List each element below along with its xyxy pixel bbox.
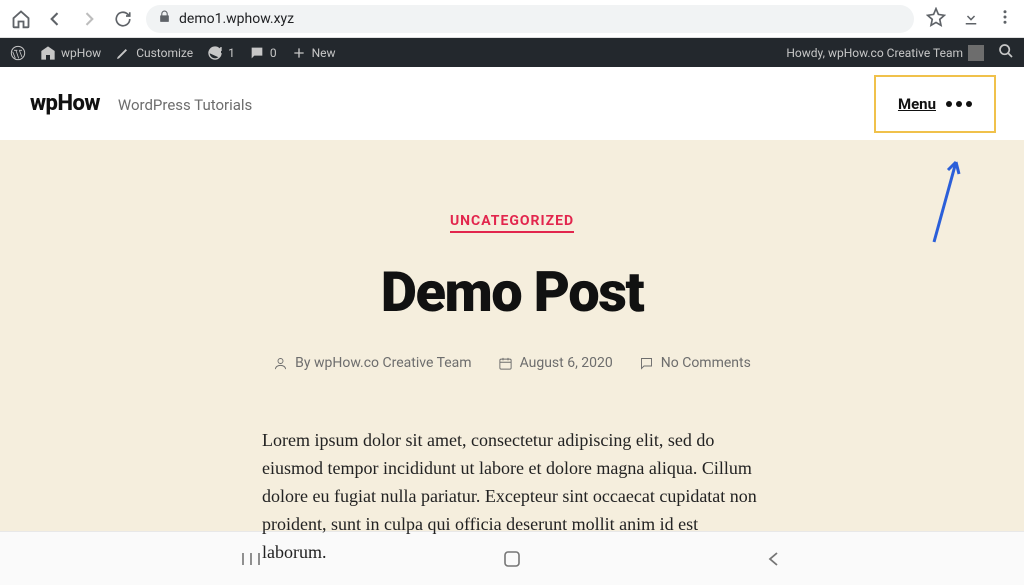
calendar-icon bbox=[498, 356, 513, 371]
url-text: demo1.wphow.xyz bbox=[179, 11, 294, 27]
browser-toolbar: demo1.wphow.xyz bbox=[0, 0, 1024, 38]
ellipsis-icon bbox=[946, 101, 972, 107]
wp-new-link[interactable]: New bbox=[291, 45, 336, 61]
address-bar[interactable]: demo1.wphow.xyz bbox=[146, 5, 914, 33]
comment-icon bbox=[639, 356, 654, 371]
arrow-annotation bbox=[924, 156, 964, 246]
reload-icon[interactable] bbox=[112, 8, 134, 30]
content-area: UNCATEGORIZED Demo Post By wpHow.co Crea… bbox=[0, 140, 1024, 531]
star-icon[interactable] bbox=[926, 7, 946, 31]
post-category-link[interactable]: UNCATEGORIZED bbox=[450, 213, 574, 233]
post-author[interactable]: By wpHow.co Creative Team bbox=[273, 355, 471, 371]
menu-label: Menu bbox=[898, 95, 936, 113]
home-icon[interactable] bbox=[10, 8, 32, 30]
wp-greeting[interactable]: Howdy, wpHow.co Creative Team bbox=[786, 45, 984, 61]
forward-icon[interactable] bbox=[78, 8, 100, 30]
wp-logo-icon[interactable] bbox=[10, 45, 26, 61]
lock-icon bbox=[158, 10, 171, 27]
post-title: Demo Post bbox=[142, 259, 882, 325]
menu-button[interactable]: Menu bbox=[874, 75, 996, 133]
wp-comments-link[interactable]: 0 bbox=[249, 45, 277, 61]
post-comments-link[interactable]: No Comments bbox=[639, 355, 751, 371]
avatar bbox=[968, 45, 984, 61]
back-icon[interactable] bbox=[44, 8, 66, 30]
person-icon bbox=[273, 356, 288, 371]
post-date[interactable]: August 6, 2020 bbox=[498, 355, 613, 371]
wp-site-link[interactable]: wpHow bbox=[40, 45, 101, 61]
post-meta: By wpHow.co Creative Team August 6, 2020… bbox=[142, 355, 882, 371]
site-title[interactable]: wpHow bbox=[30, 91, 100, 116]
site-header: wpHow WordPress Tutorials Menu bbox=[0, 67, 1024, 140]
search-icon[interactable] bbox=[998, 43, 1014, 62]
wp-updates-link[interactable]: 1 bbox=[207, 45, 235, 61]
wp-admin-bar: wpHow Customize 1 0 New Howdy, wpHow.co … bbox=[0, 38, 1024, 67]
wp-customize-link[interactable]: Customize bbox=[115, 45, 193, 61]
site-tagline: WordPress Tutorials bbox=[118, 96, 252, 114]
post: UNCATEGORIZED Demo Post By wpHow.co Crea… bbox=[142, 210, 882, 566]
kebab-menu-icon[interactable] bbox=[996, 8, 1014, 30]
post-body: Lorem ipsum dolor sit amet, consectetur … bbox=[262, 427, 762, 566]
download-icon[interactable] bbox=[962, 8, 980, 30]
